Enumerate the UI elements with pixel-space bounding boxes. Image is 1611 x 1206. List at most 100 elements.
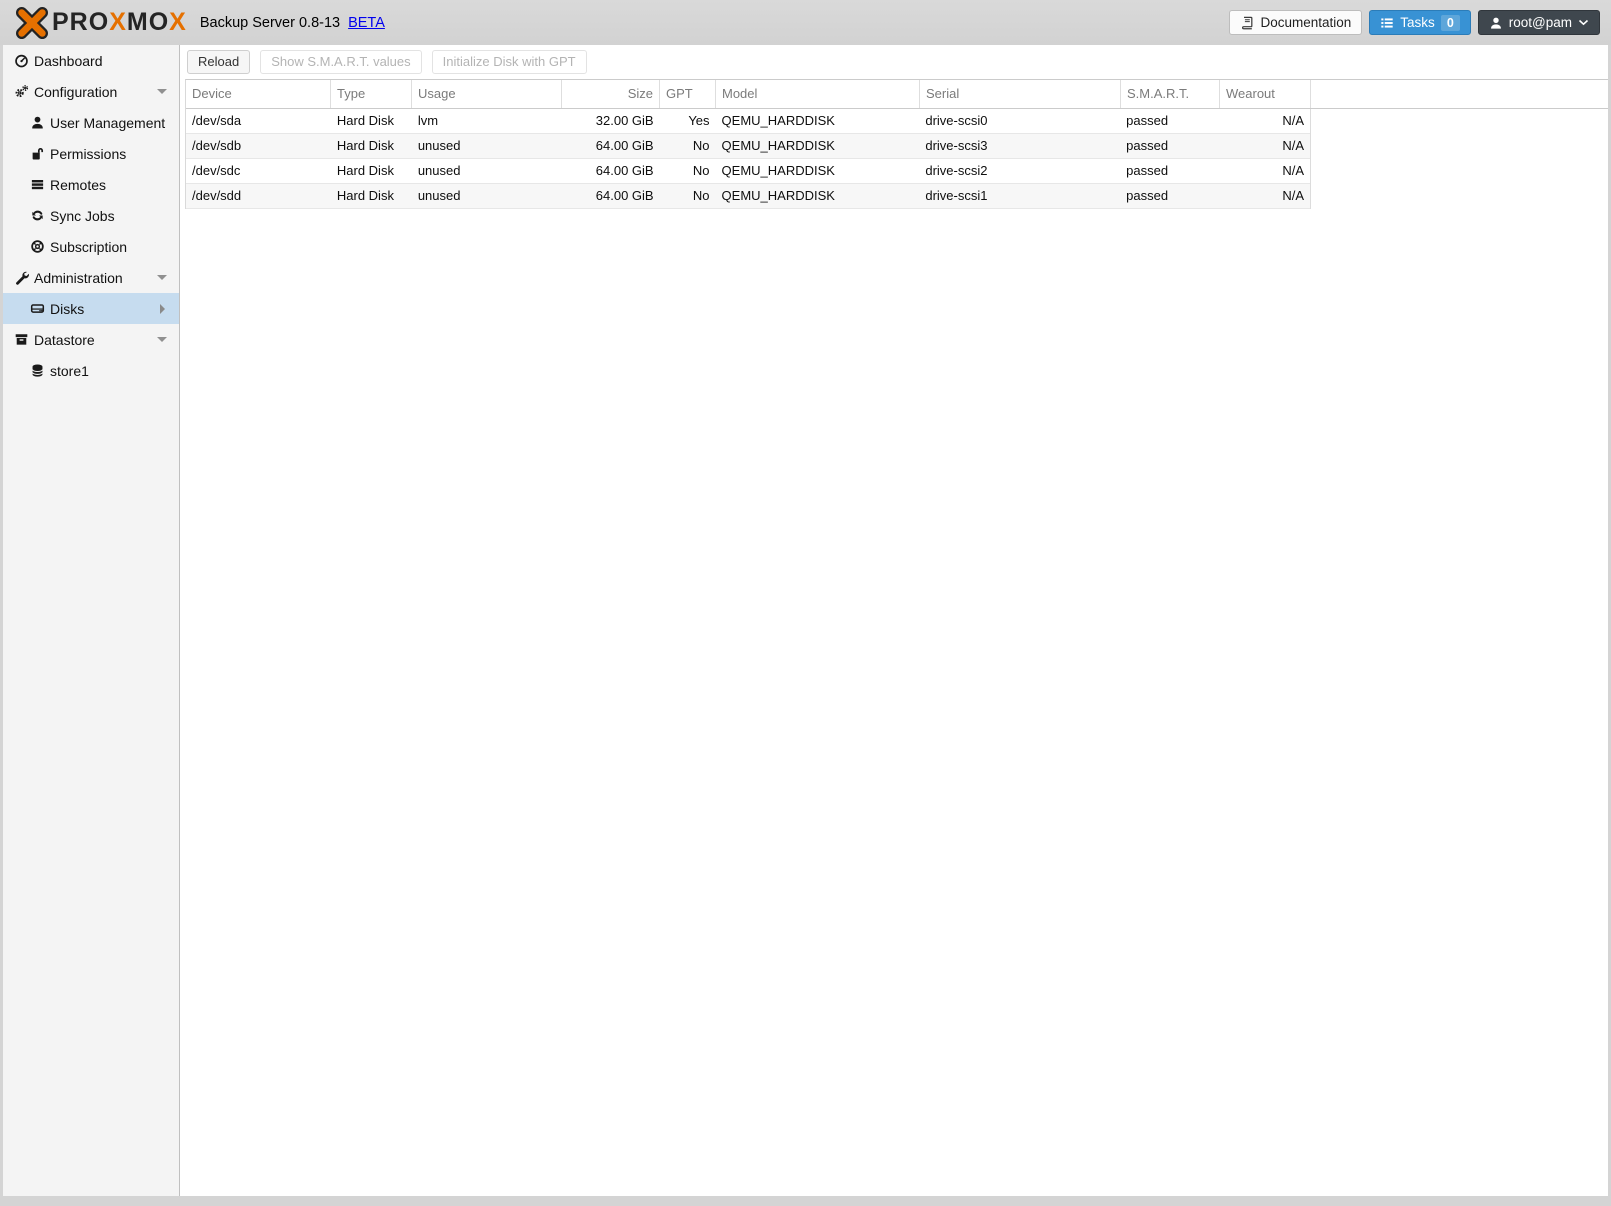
cell-gpt: No [692,188,710,203]
sidebar-item-dashboard[interactable]: Dashboard [3,45,179,76]
table-row-sdb[interactable]: /dev/sdb Hard Disk unused 64.00 GiB No Q… [186,134,1310,159]
sidebar-item-subscription[interactable]: Subscription [3,231,179,262]
sidebar-item-store1[interactable]: store1 [3,355,179,386]
header-actions: Documentation Tasks 0 root@pam [1229,10,1600,35]
cell-model: QEMU_HARDDISK [721,163,835,178]
column-header-usage[interactable]: Usage [412,80,562,108]
column-header-serial[interactable]: Serial [920,80,1121,108]
reload-button[interactable]: Reload [187,50,251,74]
cell-usage: unused [417,188,461,203]
table-row-sdd[interactable]: /dev/sdd Hard Disk unused 64.00 GiB No Q… [186,184,1310,209]
book-icon [1242,16,1253,29]
wrench-icon [14,270,30,286]
cell-smart: passed [1126,163,1169,178]
cell-wearout: N/A [1282,188,1305,203]
database-icon [30,363,46,379]
tasks-count-badge: 0 [1440,14,1460,31]
disks-toolbar: Reload Show S.M.A.R.T. values Initialize… [180,45,1608,79]
cell-usage: lvm [417,113,439,128]
cell-device: /dev/sdb [192,138,242,153]
cell-wearout: N/A [1282,138,1305,153]
cell-device: /dev/sdc [192,163,241,178]
proxmox-logo: PROXMOX [14,6,187,39]
life-ring-icon [30,239,46,255]
task-list-icon [1381,17,1393,28]
cell-usage: unused [417,163,461,178]
dashboard-icon [14,53,30,69]
sidebar-item-disks[interactable]: Disks [3,293,179,324]
list-icon [30,177,46,193]
column-header-model[interactable]: Model [716,80,920,108]
cell-model: QEMU_HARDDISK [721,138,835,153]
cell-serial: drive-scsi0 [925,113,988,128]
sidebar-item-user-management[interactable]: User Management [3,107,179,138]
proxmox-wordmark: PROXMOX [52,8,187,36]
sidebar-item-administration[interactable]: Administration [3,262,179,293]
navigation-sidebar: Dashboard Configuration User Management [3,45,180,1196]
column-header-smart[interactable]: S.M.A.R.T. [1121,80,1220,108]
hdd-icon [30,301,46,317]
gears-icon [14,84,30,100]
documentation-button[interactable]: Documentation [1229,10,1363,35]
archive-icon [14,332,30,348]
proxmox-x-icon [16,6,48,39]
cell-size: 32.00 GiB [595,113,654,128]
cell-smart: passed [1126,138,1169,153]
disks-table: Device Type Usage Size GPT Model Serial … [185,79,1608,209]
sidebar-item-permissions[interactable]: Permissions [3,138,179,169]
expand-arrow-icon[interactable] [160,303,165,314]
column-header-spacer [1311,80,1608,108]
initialize-disk-gpt-button[interactable]: Initialize Disk with GPT [431,50,587,74]
collapse-arrow-icon[interactable] [157,89,167,94]
cell-gpt: Yes [688,113,710,128]
column-header-wearout[interactable]: Wearout [1220,80,1311,108]
cell-gpt: No [692,138,710,153]
table-row-sdc[interactable]: /dev/sdc Hard Disk unused 64.00 GiB No Q… [186,159,1310,184]
column-header-device[interactable]: Device [186,80,331,108]
tasks-button[interactable]: Tasks 0 [1369,10,1471,35]
cell-model: QEMU_HARDDISK [721,113,835,128]
app-title: Backup Server 0.8-13 [199,14,341,31]
table-row-sda[interactable]: /dev/sda Hard Disk lvm 32.00 GiB Yes QEM… [186,109,1310,134]
beta-link[interactable]: BETA [348,15,385,31]
cell-size: 64.00 GiB [595,138,654,153]
cell-usage: unused [417,138,461,153]
cell-device: /dev/sdd [192,188,242,203]
top-header-bar: PROXMOX Backup Server 0.8-13 BETA Docume… [0,0,1611,45]
collapse-arrow-icon[interactable] [157,337,167,342]
user-icon [1490,17,1501,29]
refresh-icon [30,208,46,224]
unlock-icon [30,146,46,162]
sidebar-item-sync-jobs[interactable]: Sync Jobs [3,200,179,231]
column-header-size[interactable]: Size [562,80,660,108]
content-frame: Dashboard Configuration User Management [0,45,1611,1206]
cell-serial: drive-scsi3 [925,138,988,153]
column-header-type[interactable]: Type [331,80,412,108]
chevron-down-icon [1578,19,1589,26]
sidebar-item-datastore[interactable]: Datastore [3,324,179,355]
cell-wearout: N/A [1282,113,1305,128]
column-header-gpt[interactable]: GPT [660,80,716,108]
cell-type: Hard Disk [336,188,394,203]
cell-serial: drive-scsi1 [925,188,988,203]
user-menu-button[interactable]: root@pam [1477,10,1600,35]
cell-smart: passed [1126,188,1169,203]
cell-gpt: No [692,163,710,178]
cell-type: Hard Disk [336,163,394,178]
cell-type: Hard Disk [336,113,394,128]
collapse-arrow-icon[interactable] [157,275,167,280]
cell-smart: passed [1126,113,1169,128]
cell-model: QEMU_HARDDISK [721,188,835,203]
cell-device: /dev/sda [192,113,242,128]
disks-panel: Reload Show S.M.A.R.T. values Initialize… [180,45,1608,1196]
table-header-row: Device Type Usage Size GPT Model Serial … [186,80,1608,109]
sidebar-item-configuration[interactable]: Configuration [3,76,179,107]
cell-wearout: N/A [1282,163,1305,178]
show-smart-values-button[interactable]: Show S.M.A.R.T. values [260,50,422,74]
cell-size: 64.00 GiB [595,163,654,178]
user-icon [30,115,46,131]
proxmox-backup-server-app: PROXMOX Backup Server 0.8-13 BETA Docume… [0,0,1611,1206]
cell-serial: drive-scsi2 [925,163,988,178]
sidebar-item-remotes[interactable]: Remotes [3,169,179,200]
cell-type: Hard Disk [336,138,394,153]
